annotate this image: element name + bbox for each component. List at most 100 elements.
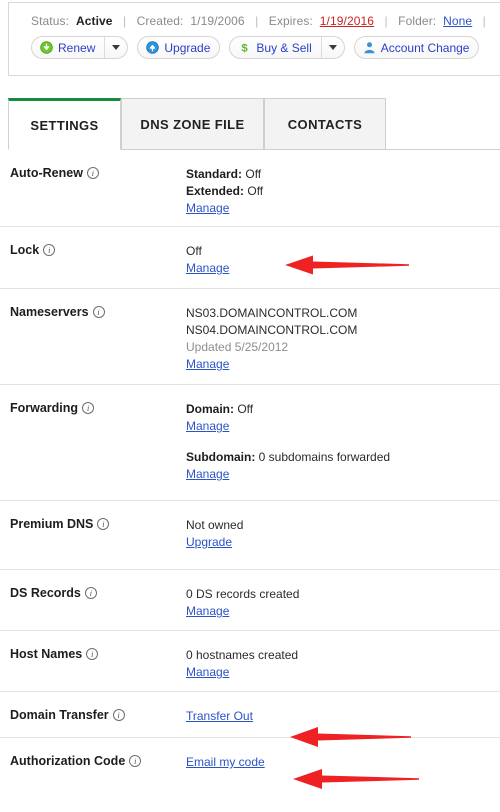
upgrade-up-arrow-icon (146, 41, 160, 54)
renew-button[interactable]: Renew (31, 36, 129, 59)
buy-and-sell-dropdown-toggle[interactable] (320, 37, 344, 58)
chevron-down-icon (112, 45, 121, 50)
auto-renew-extended: Extended: Off (186, 183, 500, 200)
host-names-count: 0 hostnames created (186, 648, 299, 662)
folder-link[interactable]: None (443, 14, 472, 28)
tab-settings[interactable]: SETTINGS (8, 98, 121, 150)
forwarding-label: Forwarding (10, 401, 79, 415)
separator-4: | (482, 14, 486, 28)
ds-records-count: 0 DS records created (186, 587, 300, 601)
settings-row-nameservers: Nameservers i NS03.DOMAINCONTROL.COM NS0… (0, 289, 500, 385)
settings-row-ds-records: DS Records i 0 DS records created Manage (0, 570, 500, 631)
settings-row-auto-renew: Auto-Renew i Standard: Off Extended: Off… (0, 150, 500, 227)
lock-state: Off (186, 244, 202, 258)
info-icon[interactable]: i (129, 755, 142, 767)
premium-dns-label: Premium DNS (10, 517, 94, 531)
buy-and-sell-button-label: Buy & Sell (256, 40, 312, 55)
ds-records-manage-link[interactable]: Manage (186, 603, 229, 620)
tab-dns-zone-file[interactable]: DNS ZONE FILE (121, 98, 264, 150)
forwarding-domain-key: Domain: (186, 402, 234, 416)
nameservers-manage-link[interactable]: Manage (186, 356, 229, 373)
auto-renew-value: Standard: Off Extended: Off Manage (186, 166, 500, 217)
separator-3: | (384, 14, 388, 28)
nameservers-updated: Updated 5/25/2012 (186, 340, 289, 354)
authorization-code-value: Email my code (186, 754, 500, 772)
authorization-code-label-group: Authorization Code i (10, 754, 142, 768)
auto-renew-extended-value: Off (247, 184, 264, 198)
settings-list: Auto-Renew i Standard: Off Extended: Off… (0, 150, 500, 784)
renew-button-main[interactable]: Renew (32, 37, 104, 58)
domain-transfer-label-group: Domain Transfer i (10, 708, 125, 722)
created-value: 1/19/2006 (190, 14, 245, 28)
nameservers-label-group: Nameservers i (10, 305, 105, 319)
upgrade-button[interactable]: Upgrade (137, 36, 221, 59)
settings-row-domain-transfer: Domain Transfer i Transfer Out (0, 692, 500, 738)
premium-dns-state: Not owned (186, 518, 244, 532)
ds-records-label: DS Records (10, 586, 81, 600)
domain-transfer-label: Domain Transfer (10, 708, 109, 722)
host-names-label: Host Names (10, 647, 83, 661)
transfer-out-link[interactable]: Transfer Out (186, 708, 253, 725)
status-label: Status: (31, 14, 70, 28)
auto-renew-label: Auto-Renew (10, 166, 83, 180)
settings-row-forwarding: Forwarding i Domain: Off Manage Subdomai… (0, 385, 500, 501)
domain-status-panel: Status: Active | Created: 1/19/2006 | Ex… (8, 2, 500, 76)
tab-bar: SETTINGS DNS ZONE FILE CONTACTS (8, 98, 500, 150)
upgrade-button-main[interactable]: Upgrade (138, 37, 219, 58)
info-icon[interactable]: i (84, 587, 97, 599)
account-change-button-main[interactable]: Account Change (355, 37, 479, 58)
separator-1: | (123, 14, 127, 28)
forwarding-spacer (186, 435, 500, 449)
info-icon[interactable]: i (92, 306, 105, 318)
nameserver-2: NS04.DOMAINCONTROL.COM (186, 323, 358, 337)
auto-renew-label-group: Auto-Renew i (10, 166, 99, 180)
renew-down-arrow-icon (40, 41, 53, 54)
forwarding-domain: Domain: Off (186, 401, 500, 418)
account-change-button-label: Account Change (380, 40, 470, 55)
settings-row-premium-dns: Premium DNS i Not owned Upgrade (0, 501, 500, 570)
host-names-value: 0 hostnames created Manage (186, 647, 500, 681)
forwarding-subdomain-manage-link[interactable]: Manage (186, 466, 229, 483)
svg-text:$: $ (242, 43, 249, 54)
folder-label: Folder: (398, 14, 437, 28)
auto-renew-standard-key: Standard: (186, 167, 243, 181)
auto-renew-manage-link[interactable]: Manage (186, 200, 229, 217)
buy-and-sell-button[interactable]: $ Buy & Sell (229, 36, 345, 59)
lock-manage-link[interactable]: Manage (186, 260, 229, 277)
ds-records-label-group: DS Records i (10, 586, 97, 600)
auto-renew-standard-value: Off (245, 167, 262, 181)
forwarding-subdomain-value: 0 subdomains forwarded (258, 450, 391, 464)
account-change-button[interactable]: Account Change (353, 36, 480, 59)
lock-label: Lock (10, 243, 40, 257)
tab-dns-zone-file-label: DNS ZONE FILE (140, 116, 245, 132)
renew-dropdown-toggle[interactable] (104, 37, 127, 58)
lock-label-group: Lock i (10, 243, 56, 257)
auto-renew-extended-key: Extended: (186, 184, 245, 198)
chevron-down-icon (328, 45, 337, 50)
info-icon[interactable]: i (86, 167, 99, 179)
premium-dns-upgrade-link[interactable]: Upgrade (186, 534, 232, 551)
auto-renew-standard: Standard: Off (186, 166, 500, 183)
buy-and-sell-button-main[interactable]: $ Buy & Sell (230, 37, 320, 58)
premium-dns-label-group: Premium DNS i (10, 517, 110, 531)
info-icon[interactable]: i (86, 648, 99, 660)
domain-status-line: Status: Active | Created: 1/19/2006 | Ex… (31, 14, 493, 28)
info-icon[interactable]: i (97, 518, 110, 530)
settings-row-lock: Lock i Off Manage (0, 227, 500, 289)
email-my-code-link[interactable]: Email my code (186, 754, 265, 771)
expires-date-link[interactable]: 1/19/2016 (320, 14, 374, 28)
forwarding-domain-manage-link[interactable]: Manage (186, 418, 229, 435)
forwarding-subdomain-key: Subdomain: (186, 450, 256, 464)
lock-value: Off Manage (186, 243, 500, 277)
info-icon[interactable]: i (112, 709, 125, 721)
domain-transfer-value: Transfer Out (186, 708, 500, 726)
nameservers-label: Nameservers (10, 305, 89, 319)
host-names-manage-link[interactable]: Manage (186, 664, 229, 681)
created-label: Created: (136, 14, 184, 28)
forwarding-label-group: Forwarding i (10, 401, 95, 415)
separator-2: | (255, 14, 259, 28)
info-icon[interactable]: i (82, 402, 95, 414)
info-icon[interactable]: i (43, 244, 56, 256)
settings-row-host-names: Host Names i 0 hostnames created Manage (0, 631, 500, 692)
tab-contacts[interactable]: CONTACTS (264, 98, 386, 150)
